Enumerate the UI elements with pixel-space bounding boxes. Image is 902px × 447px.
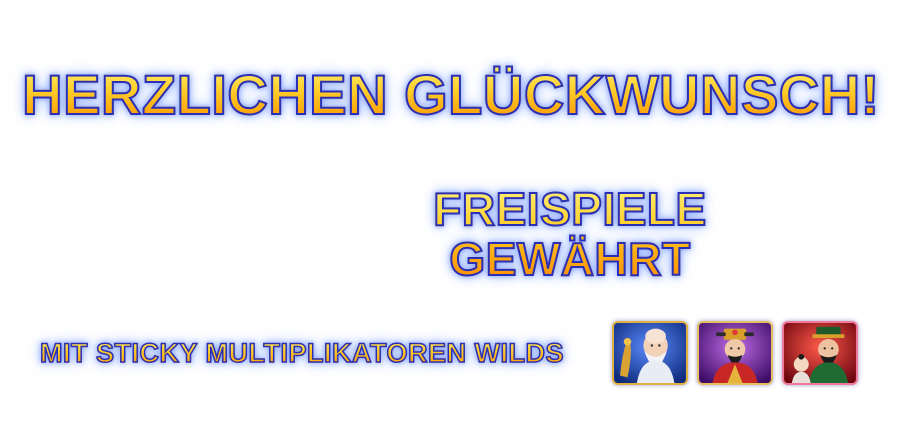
free-spins-award-screen: HERZLICHEN GLÜCKWUNSCH! FREISPIELE GEWÄH…	[0, 0, 902, 447]
free-spins-awarded-title: FREISPIELE GEWÄHRT	[420, 183, 720, 285]
free-spins-title-line2: GEWÄHRT	[448, 233, 691, 285]
sticky-multiplier-wilds-text: MIT STICKY MULTIPLIKATOREN WILDS	[39, 335, 564, 371]
longevity-god-icon	[612, 321, 688, 385]
congratulations-headline: HERZLICHEN GLÜCKWUNSCH!	[0, 62, 902, 128]
free-spins-title-line1: FREISPIELE	[432, 183, 707, 235]
prosperity-god-icon	[697, 321, 773, 385]
fortune-god-icon	[782, 321, 858, 385]
wild-symbols-row	[612, 321, 858, 385]
